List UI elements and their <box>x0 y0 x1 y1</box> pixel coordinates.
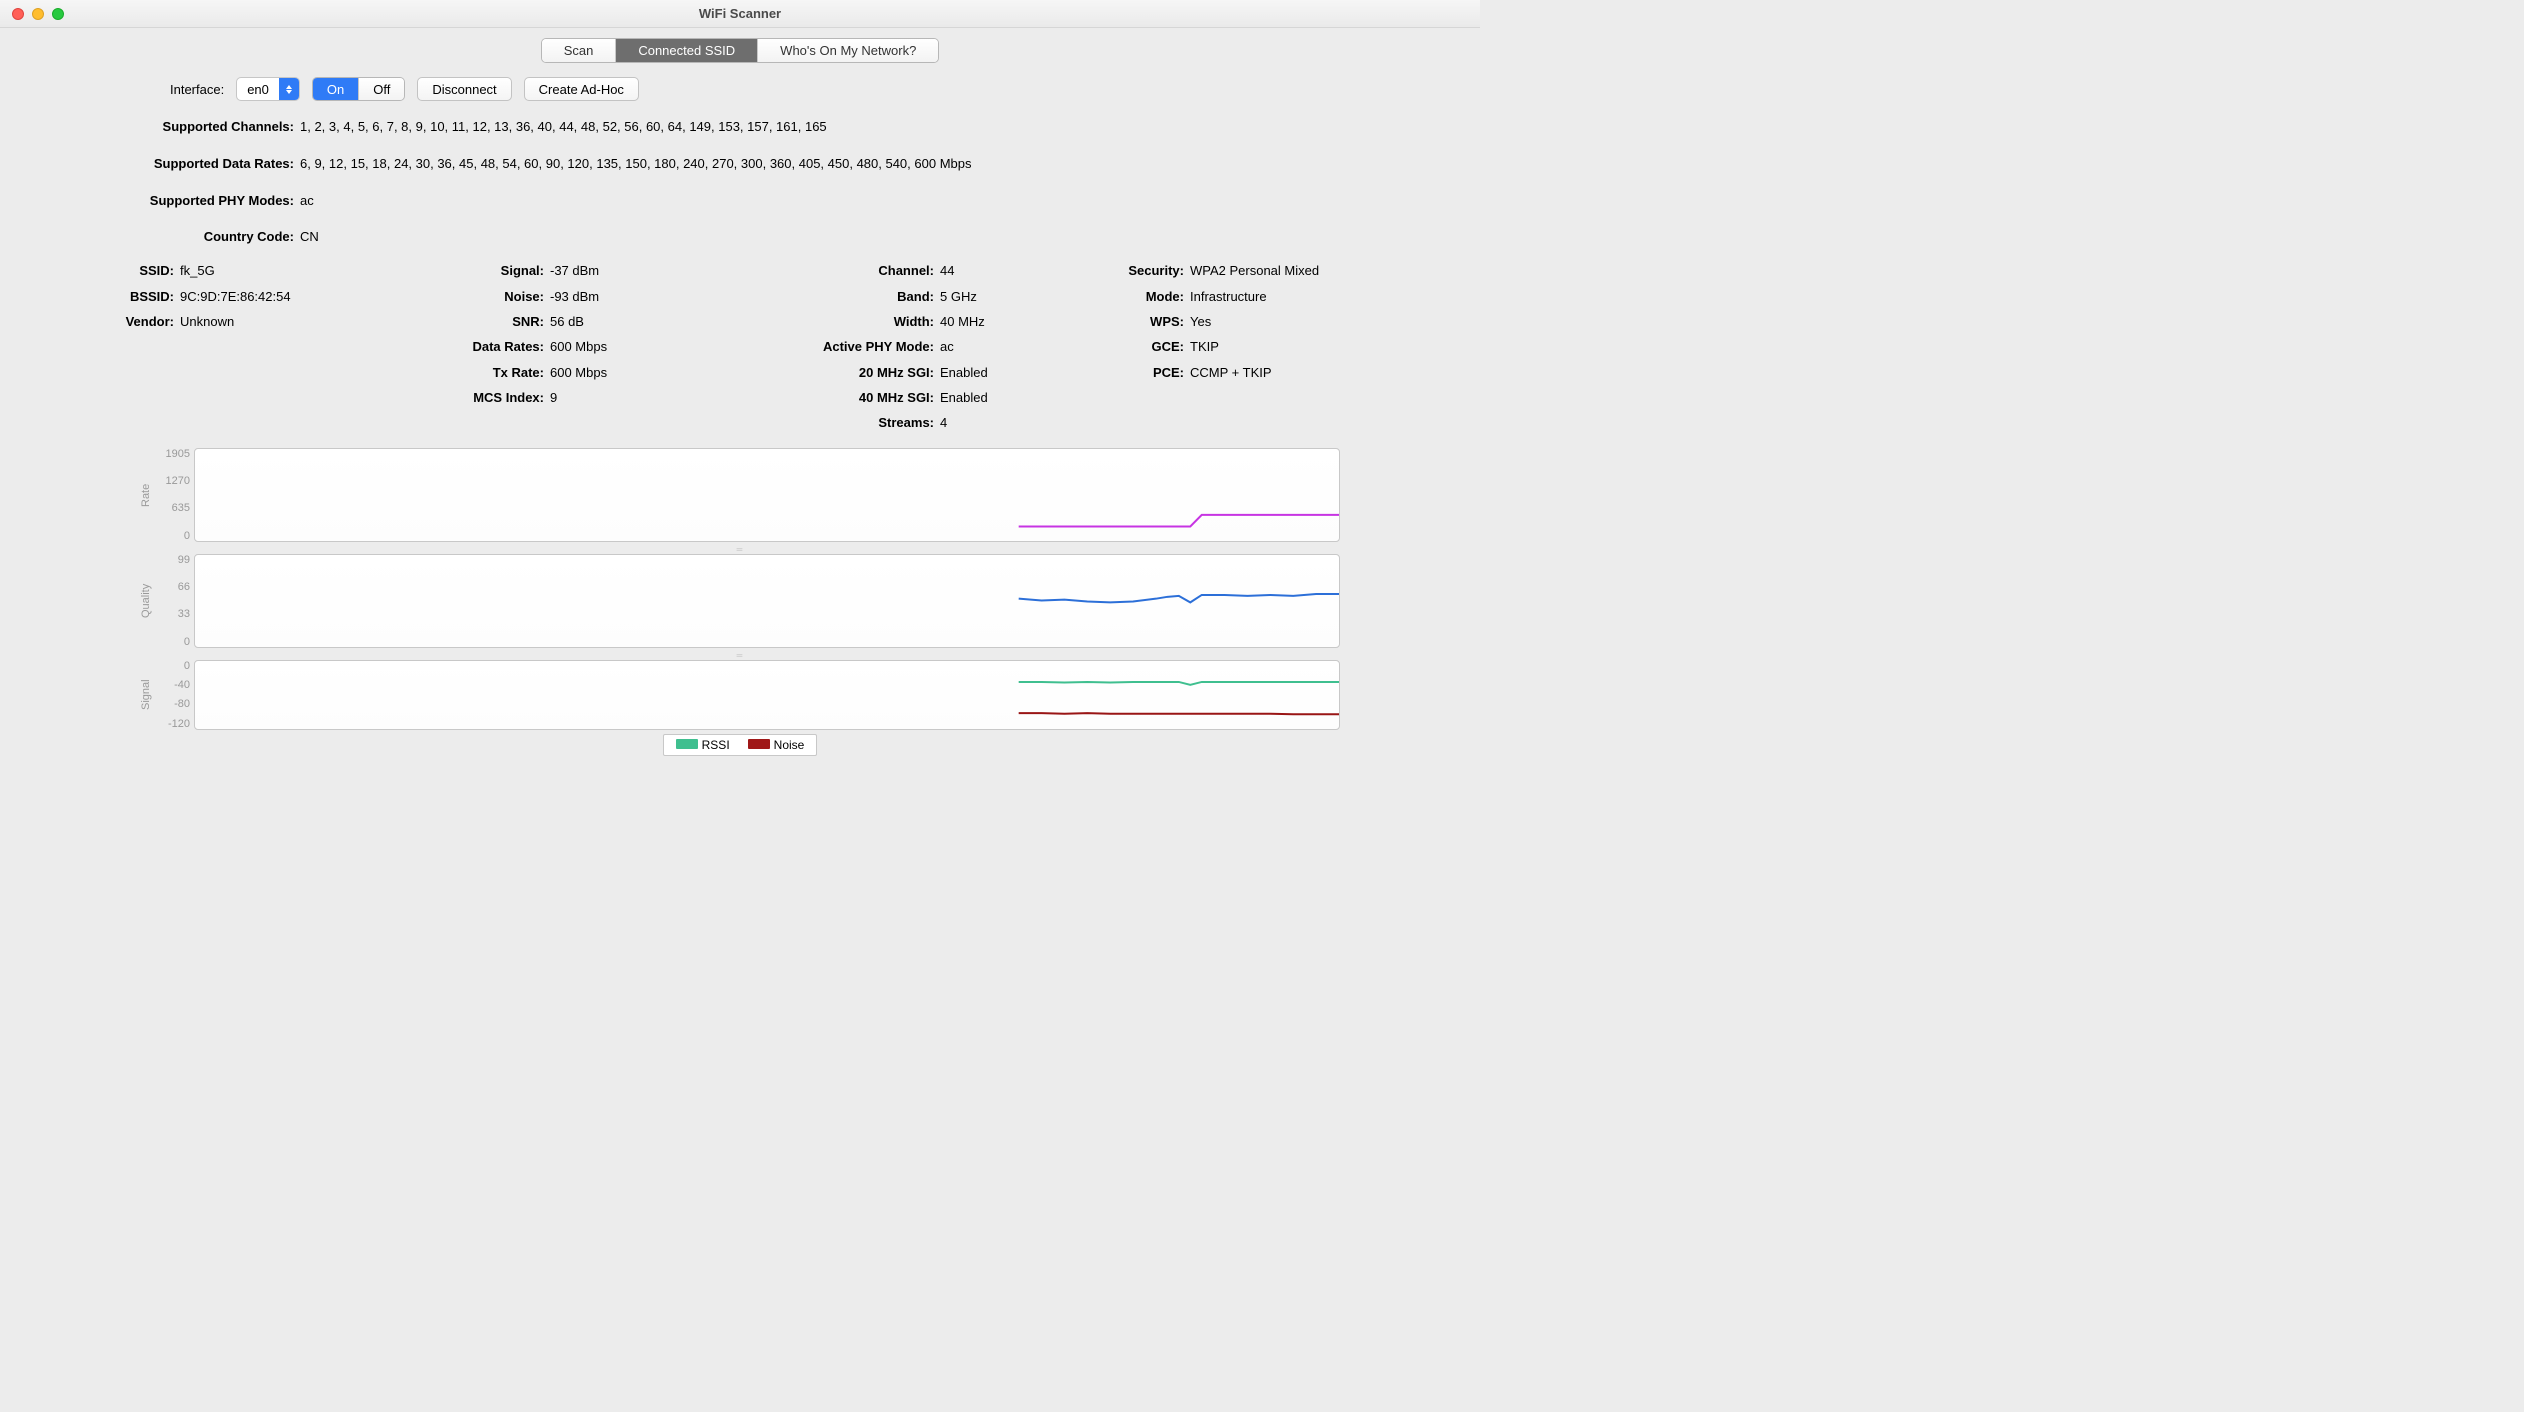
mcs-index-label: MCS Index: <box>420 385 550 410</box>
view-tabs: Scan Connected SSID Who's On My Network? <box>541 38 940 63</box>
chevron-updown-icon <box>279 78 299 100</box>
power-on-button[interactable]: On <box>313 78 359 100</box>
chart-quality <box>194 554 1340 648</box>
vendor-value: Unknown <box>180 309 234 334</box>
channel-value: 44 <box>940 258 954 283</box>
country-code-label: Country Code: <box>100 227 300 248</box>
titlebar: WiFi Scanner <box>0 0 1480 28</box>
signal-label: Signal: <box>420 258 550 283</box>
legend-swatch-noise <box>748 739 770 749</box>
wps-value: Yes <box>1190 309 1211 334</box>
sgi20-value: Enabled <box>940 360 988 385</box>
streams-value: 4 <box>940 410 947 435</box>
chart-signal <box>194 660 1340 730</box>
supported-phy-modes-value: ac <box>300 191 1380 212</box>
streams-label: Streams: <box>740 410 940 435</box>
data-rates-value: 600 Mbps <box>550 334 607 359</box>
interface-value: en0 <box>237 82 279 97</box>
tab-connected-ssid[interactable]: Connected SSID <box>616 39 758 62</box>
vendor-label: Vendor: <box>100 309 180 334</box>
splitter-handle-icon[interactable]: ═ <box>140 546 1340 554</box>
legend-noise-label: Noise <box>774 738 805 752</box>
chart-rate <box>194 448 1340 542</box>
width-label: Width: <box>740 309 940 334</box>
bssid-value: 9C:9D:7E:86:42:54 <box>180 284 291 309</box>
ssid-value: fk_5G <box>180 258 215 283</box>
supported-channels-value: 1, 2, 3, 4, 5, 6, 7, 8, 9, 10, 11, 12, 1… <box>300 117 1380 138</box>
active-phy-value: ac <box>940 334 954 359</box>
charts-panel: Rate 1905 1270 635 0 ═ Quality 99 66 33 … <box>0 444 1480 756</box>
noise-value: -93 dBm <box>550 284 599 309</box>
legend-swatch-rssi <box>676 739 698 749</box>
mode-value: Infrastructure <box>1190 284 1267 309</box>
mode-label: Mode: <box>1060 284 1190 309</box>
channel-label: Channel: <box>740 258 940 283</box>
chart-signal-ylabel: Signal <box>140 660 156 730</box>
wps-label: WPS: <box>1060 309 1190 334</box>
security-label: Security: <box>1060 258 1190 283</box>
tab-whos-on-network[interactable]: Who's On My Network? <box>758 39 938 62</box>
chart-rate-ylabel: Rate <box>140 448 156 542</box>
pce-label: PCE: <box>1060 360 1190 385</box>
signal-value: -37 dBm <box>550 258 599 283</box>
pce-value: CCMP + TKIP <box>1190 360 1272 385</box>
interface-select[interactable]: en0 <box>236 77 300 101</box>
window-title: WiFi Scanner <box>0 6 1480 21</box>
chart-quality-ylabel: Quality <box>140 554 156 648</box>
data-rates-label: Data Rates: <box>420 334 550 359</box>
gce-value: TKIP <box>1190 334 1219 359</box>
chart-legend: RSSI Noise <box>663 734 818 756</box>
sgi40-label: 40 MHz SGI: <box>740 385 940 410</box>
bssid-label: BSSID: <box>100 284 180 309</box>
legend-rssi-label: RSSI <box>702 738 730 752</box>
chart-quality-yaxis: 99 66 33 0 <box>156 554 194 648</box>
tab-scan[interactable]: Scan <box>542 39 617 62</box>
supported-data-rates-value: 6, 9, 12, 15, 18, 24, 30, 36, 45, 48, 54… <box>300 154 1380 175</box>
country-code-value: CN <box>300 227 1380 248</box>
band-label: Band: <box>740 284 940 309</box>
tx-rate-label: Tx Rate: <box>420 360 550 385</box>
band-value: 5 GHz <box>940 284 977 309</box>
snr-value: 56 dB <box>550 309 584 334</box>
security-value: WPA2 Personal Mixed <box>1190 258 1319 283</box>
tx-rate-value: 600 Mbps <box>550 360 607 385</box>
mcs-index-value: 9 <box>550 385 557 410</box>
sgi40-value: Enabled <box>940 385 988 410</box>
supported-data-rates-label: Supported Data Rates: <box>100 154 300 175</box>
interface-label: Interface: <box>170 82 224 97</box>
disconnect-button[interactable]: Disconnect <box>417 77 511 101</box>
noise-label: Noise: <box>420 284 550 309</box>
width-value: 40 MHz <box>940 309 985 334</box>
chart-rate-yaxis: 1905 1270 635 0 <box>156 448 194 542</box>
snr-label: SNR: <box>420 309 550 334</box>
supported-phy-modes-label: Supported PHY Modes: <box>100 191 300 212</box>
connection-details: SSID:fk_5G BSSID:9C:9D:7E:86:42:54 Vendo… <box>0 248 1480 443</box>
create-adhoc-button[interactable]: Create Ad-Hoc <box>524 77 639 101</box>
splitter-handle-icon[interactable]: ═ <box>140 652 1340 660</box>
sgi20-label: 20 MHz SGI: <box>740 360 940 385</box>
active-phy-label: Active PHY Mode: <box>740 334 940 359</box>
chart-signal-yaxis: 0 -40 -80 -120 <box>156 660 194 730</box>
power-off-button[interactable]: Off <box>359 78 404 100</box>
supported-channels-label: Supported Channels: <box>100 117 300 138</box>
gce-label: GCE: <box>1060 334 1190 359</box>
power-toggle: On Off <box>312 77 405 101</box>
ssid-label: SSID: <box>100 258 180 283</box>
